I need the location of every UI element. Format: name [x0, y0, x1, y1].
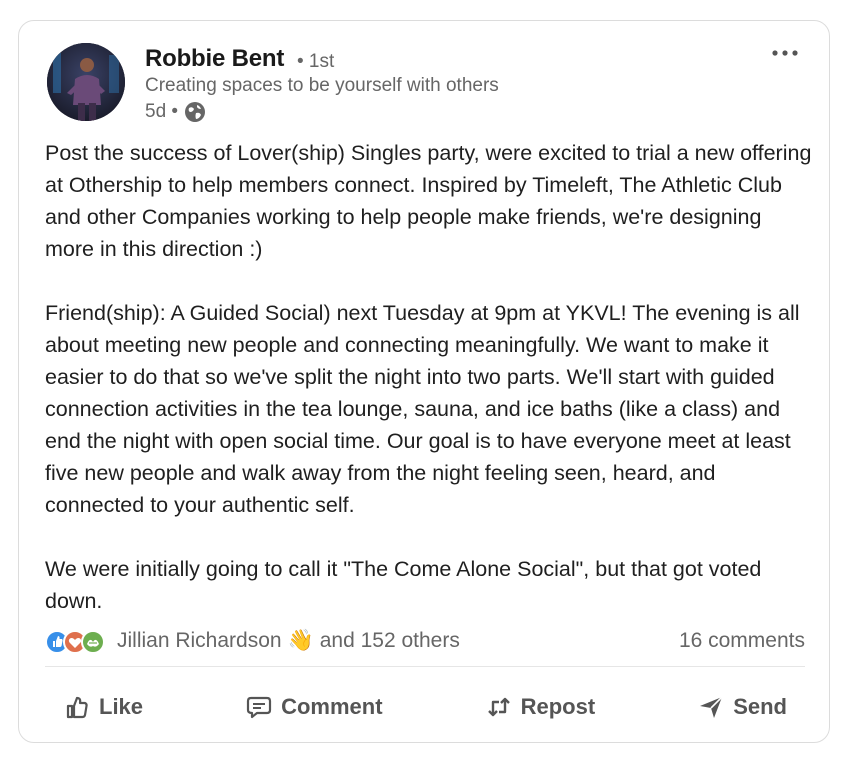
avatar-photo-icon	[47, 43, 125, 121]
like-button[interactable]: Like	[45, 683, 161, 731]
reaction-summary[interactable]: Jillian Richardson 👋 and 152 others	[117, 629, 460, 653]
social-counts: Jillian Richardson 👋 and 152 others 16 c…	[45, 625, 805, 657]
author-tagline: Creating spaces to be yourself with othe…	[145, 75, 499, 96]
send-icon	[700, 696, 723, 718]
reaction-icons[interactable]	[45, 629, 109, 655]
reactor-others: and 152 others	[319, 629, 460, 652]
author-name[interactable]: Robbie Bent	[145, 45, 284, 73]
support-icon	[81, 630, 105, 654]
post-card: Robbie Bent • 1st Creating spaces to be …	[18, 20, 830, 743]
post-body-text: Post the success of Lover(ship) Singles …	[45, 141, 812, 613]
ellipsis-icon	[772, 50, 798, 56]
wave-emoji: 👋	[287, 629, 314, 652]
divider	[45, 666, 805, 667]
comment-label: Comment	[281, 694, 383, 719]
post-time: 5d •	[145, 101, 179, 122]
like-label: Like	[99, 694, 144, 719]
more-options-button[interactable]	[765, 41, 805, 69]
thumbs-up-icon	[66, 696, 88, 719]
connection-degree: • 1st	[297, 51, 335, 72]
repost-label: Repost	[520, 694, 596, 719]
post-meta: 5d •	[145, 101, 206, 123]
comments-count-link[interactable]: 16 comments	[679, 629, 805, 653]
action-bar: Like Comment Repost Send	[45, 683, 805, 731]
comment-icon	[246, 696, 272, 719]
comment-button[interactable]: Comment	[227, 683, 400, 731]
globe-icon	[185, 102, 206, 122]
repost-icon	[487, 697, 510, 717]
author-avatar[interactable]	[47, 43, 125, 121]
repost-button[interactable]: Repost	[467, 683, 614, 731]
send-label: Send	[733, 694, 787, 719]
reactor-name: Jillian Richardson	[117, 629, 282, 652]
send-button[interactable]: Send	[679, 683, 805, 731]
